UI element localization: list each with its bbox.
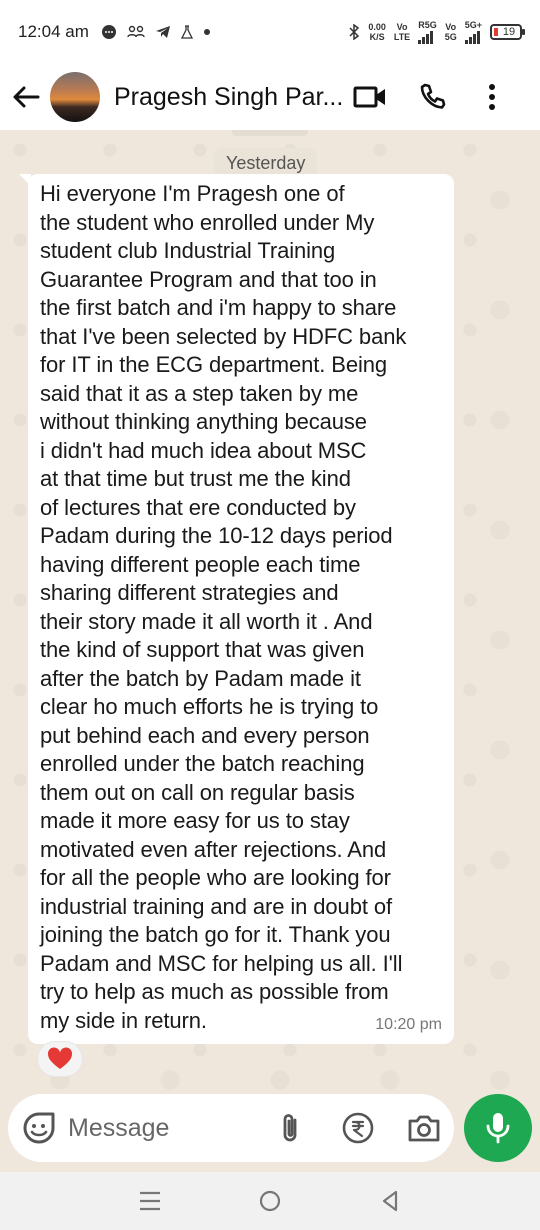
home-circle-icon	[259, 1190, 281, 1212]
chat-bubble-icon	[101, 25, 116, 39]
avatar[interactable]	[50, 72, 100, 122]
telegram-icon	[155, 26, 170, 38]
chat-area[interactable]: Yesterday Hi everyone I'm Pragesh one of…	[0, 130, 540, 1090]
status-right: 0.00 K/S Vo LTE R5G Vo 5G 5G+ 19	[348, 20, 525, 44]
signal-bars-1-icon	[418, 30, 437, 44]
camera-button[interactable]	[404, 1108, 444, 1148]
flask-icon	[180, 25, 193, 39]
message-text: Hi everyone I'm Pragesh one of the stude…	[40, 181, 407, 1033]
message-input[interactable]: Message	[68, 1114, 244, 1143]
net-speed-unit: K/S	[369, 32, 385, 42]
signal-bars-2-icon	[464, 30, 482, 44]
sim2-type: 5G+	[464, 20, 482, 30]
battery-level: 19	[502, 26, 516, 38]
sim1-bottom: LTE	[393, 32, 411, 42]
home-button[interactable]	[250, 1181, 290, 1221]
sim2-bottom: 5G	[444, 32, 457, 42]
paperclip-icon	[283, 1114, 297, 1142]
status-time: 12:04 am	[18, 22, 89, 41]
sim2-type-wrap: 5G+	[464, 20, 482, 44]
chat-header: Pragesh Singh Par...	[0, 64, 540, 130]
system-nav-bar	[0, 1172, 540, 1230]
sim1-type-wrap: R5G	[418, 20, 437, 44]
payment-button[interactable]	[338, 1108, 378, 1148]
phone-icon	[420, 83, 446, 109]
video-call-button[interactable]	[346, 73, 394, 121]
camera-icon	[408, 1115, 440, 1142]
sim2-label: Vo 5G	[445, 22, 457, 42]
bluetooth-icon	[349, 24, 360, 40]
message-composer: Message	[8, 1094, 454, 1162]
voice-message-button[interactable]	[464, 1094, 532, 1162]
incoming-message-bubble[interactable]: Hi everyone I'm Pragesh one of the stude…	[19, 174, 454, 1044]
status-bar: 12:04 am 0.00 K/S Vo LTE R5G Vo 5G 5G+ 1…	[0, 0, 540, 64]
menu-button[interactable]	[468, 73, 516, 121]
battery-icon: 19	[490, 24, 525, 40]
attach-button[interactable]	[270, 1108, 310, 1148]
net-speed-value: 0.00	[368, 22, 386, 32]
dot-icon	[203, 29, 210, 35]
voice-call-button[interactable]	[408, 73, 456, 121]
back-arrow-icon[interactable]	[6, 77, 46, 117]
sim1-type: R5G	[418, 20, 437, 30]
sim1-top: Vo	[396, 22, 408, 32]
video-camera-icon	[353, 86, 385, 108]
sim1-label: Vo LTE	[394, 22, 410, 42]
notification-icons	[101, 24, 211, 40]
more-vert-icon	[489, 84, 495, 110]
message-time: 10:20 pm	[375, 1016, 442, 1033]
back-triangle-icon	[382, 1190, 398, 1212]
sim2-top: Vo	[445, 22, 457, 32]
heart-reaction[interactable]	[38, 1042, 82, 1076]
heart-icon	[47, 1047, 73, 1069]
microphone-icon	[486, 1113, 510, 1144]
recents-icon	[140, 1191, 160, 1211]
previous-date-chip	[232, 130, 308, 136]
rupee-icon	[342, 1112, 374, 1144]
back-button[interactable]	[370, 1181, 410, 1221]
emoji-sticker-icon	[23, 1112, 55, 1144]
net-speed: 0.00 K/S	[368, 22, 386, 42]
contact-name[interactable]: Pragesh Singh Par...	[114, 83, 346, 112]
emoji-button[interactable]	[22, 1111, 56, 1145]
group-icon	[127, 25, 145, 38]
recents-button[interactable]	[130, 1181, 170, 1221]
